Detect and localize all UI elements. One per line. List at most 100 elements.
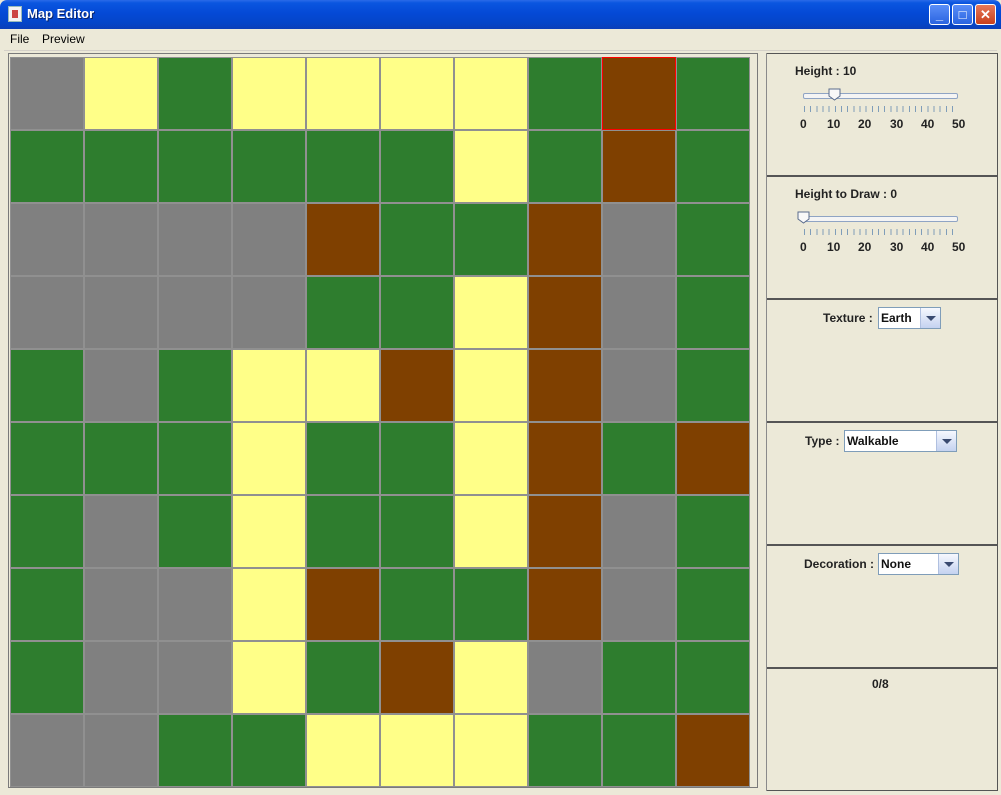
map-tile[interactable] bbox=[454, 422, 528, 495]
map-tile[interactable] bbox=[602, 203, 676, 276]
decoration-select[interactable]: None bbox=[878, 553, 959, 575]
map-tile[interactable] bbox=[528, 641, 602, 714]
map-tile[interactable] bbox=[528, 203, 602, 276]
map-tile[interactable] bbox=[158, 57, 232, 130]
minimize-button[interactable]: _ bbox=[929, 4, 950, 25]
map-tile[interactable] bbox=[158, 130, 232, 203]
height-slider-track[interactable] bbox=[803, 93, 958, 99]
map-tile[interactable] bbox=[10, 422, 84, 495]
map-tile[interactable] bbox=[454, 714, 528, 787]
map-tile[interactable] bbox=[306, 130, 380, 203]
map-tile[interactable] bbox=[676, 349, 750, 422]
map-tile[interactable] bbox=[676, 130, 750, 203]
map-tile[interactable] bbox=[602, 422, 676, 495]
map-tile[interactable] bbox=[454, 57, 528, 130]
map-tile[interactable] bbox=[84, 276, 158, 349]
map-tile[interactable] bbox=[380, 422, 454, 495]
map-tile[interactable] bbox=[232, 203, 306, 276]
map-tile[interactable] bbox=[10, 495, 84, 568]
map-tile[interactable] bbox=[306, 276, 380, 349]
map-tile[interactable] bbox=[158, 641, 232, 714]
map-tile[interactable] bbox=[158, 276, 232, 349]
map-tile[interactable] bbox=[528, 714, 602, 787]
map-tile[interactable] bbox=[528, 57, 602, 130]
map-tile[interactable] bbox=[528, 422, 602, 495]
map-tile[interactable] bbox=[10, 349, 84, 422]
height-to-draw-slider-track[interactable] bbox=[803, 216, 958, 222]
map-tile[interactable] bbox=[10, 203, 84, 276]
map-tile[interactable] bbox=[602, 641, 676, 714]
chevron-down-icon[interactable] bbox=[936, 431, 956, 451]
map-tile[interactable] bbox=[306, 349, 380, 422]
map-tile[interactable] bbox=[676, 714, 750, 787]
map-tile[interactable] bbox=[158, 714, 232, 787]
texture-select[interactable]: Earth bbox=[878, 307, 941, 329]
map-tile[interactable] bbox=[454, 495, 528, 568]
map-tile[interactable] bbox=[158, 349, 232, 422]
title-bar[interactable]: Map Editor _ □ ✕ bbox=[0, 0, 1001, 29]
map-tile[interactable] bbox=[454, 641, 528, 714]
map-tile[interactable] bbox=[84, 641, 158, 714]
map-tile[interactable] bbox=[10, 568, 84, 641]
map-tile[interactable] bbox=[10, 714, 84, 787]
tile-map-grid[interactable] bbox=[10, 57, 750, 787]
map-tile[interactable] bbox=[84, 57, 158, 130]
map-tile[interactable] bbox=[306, 57, 380, 130]
map-tile[interactable] bbox=[10, 130, 84, 203]
map-tile[interactable] bbox=[306, 203, 380, 276]
map-tile[interactable] bbox=[84, 495, 158, 568]
map-tile[interactable] bbox=[454, 568, 528, 641]
map-tile[interactable] bbox=[676, 641, 750, 714]
map-tile[interactable] bbox=[84, 422, 158, 495]
type-select[interactable]: Walkable bbox=[844, 430, 957, 452]
map-tile[interactable] bbox=[454, 276, 528, 349]
map-tile[interactable] bbox=[380, 568, 454, 641]
map-tile[interactable] bbox=[528, 495, 602, 568]
height-to-draw-slider-thumb[interactable] bbox=[797, 211, 810, 224]
map-tile[interactable] bbox=[454, 130, 528, 203]
map-tile[interactable] bbox=[158, 203, 232, 276]
map-tile[interactable] bbox=[84, 568, 158, 641]
map-tile[interactable] bbox=[528, 276, 602, 349]
map-tile[interactable] bbox=[232, 130, 306, 203]
map-tile[interactable] bbox=[306, 568, 380, 641]
map-tile[interactable] bbox=[380, 641, 454, 714]
map-tile[interactable] bbox=[158, 495, 232, 568]
map-tile[interactable] bbox=[84, 714, 158, 787]
map-tile[interactable] bbox=[306, 495, 380, 568]
map-tile[interactable] bbox=[602, 276, 676, 349]
chevron-down-icon[interactable] bbox=[938, 554, 958, 574]
maximize-button[interactable]: □ bbox=[952, 4, 973, 25]
map-tile[interactable] bbox=[602, 130, 676, 203]
map-tile[interactable] bbox=[306, 422, 380, 495]
map-tile[interactable] bbox=[380, 57, 454, 130]
map-tile[interactable] bbox=[232, 349, 306, 422]
close-button[interactable]: ✕ bbox=[975, 4, 996, 25]
map-tile[interactable] bbox=[602, 495, 676, 568]
map-tile[interactable] bbox=[528, 568, 602, 641]
map-tile[interactable] bbox=[380, 203, 454, 276]
map-tile[interactable] bbox=[454, 349, 528, 422]
map-tile[interactable] bbox=[380, 349, 454, 422]
map-tile[interactable] bbox=[380, 714, 454, 787]
map-tile[interactable] bbox=[380, 495, 454, 568]
map-tile[interactable] bbox=[232, 714, 306, 787]
map-tile[interactable] bbox=[676, 57, 750, 130]
map-tile[interactable] bbox=[232, 422, 306, 495]
chevron-down-icon[interactable] bbox=[920, 308, 940, 328]
menu-file[interactable]: File bbox=[10, 32, 29, 46]
map-tile-selected[interactable] bbox=[602, 57, 676, 130]
map-tile[interactable] bbox=[454, 203, 528, 276]
map-tile[interactable] bbox=[158, 568, 232, 641]
map-tile[interactable] bbox=[232, 641, 306, 714]
map-tile[interactable] bbox=[232, 57, 306, 130]
map-tile[interactable] bbox=[232, 276, 306, 349]
map-tile[interactable] bbox=[528, 349, 602, 422]
map-tile[interactable] bbox=[528, 130, 602, 203]
map-tile[interactable] bbox=[84, 203, 158, 276]
map-tile[interactable] bbox=[10, 276, 84, 349]
map-tile[interactable] bbox=[602, 568, 676, 641]
height-slider-thumb[interactable] bbox=[828, 88, 841, 101]
map-tile[interactable] bbox=[84, 130, 158, 203]
map-tile[interactable] bbox=[676, 422, 750, 495]
